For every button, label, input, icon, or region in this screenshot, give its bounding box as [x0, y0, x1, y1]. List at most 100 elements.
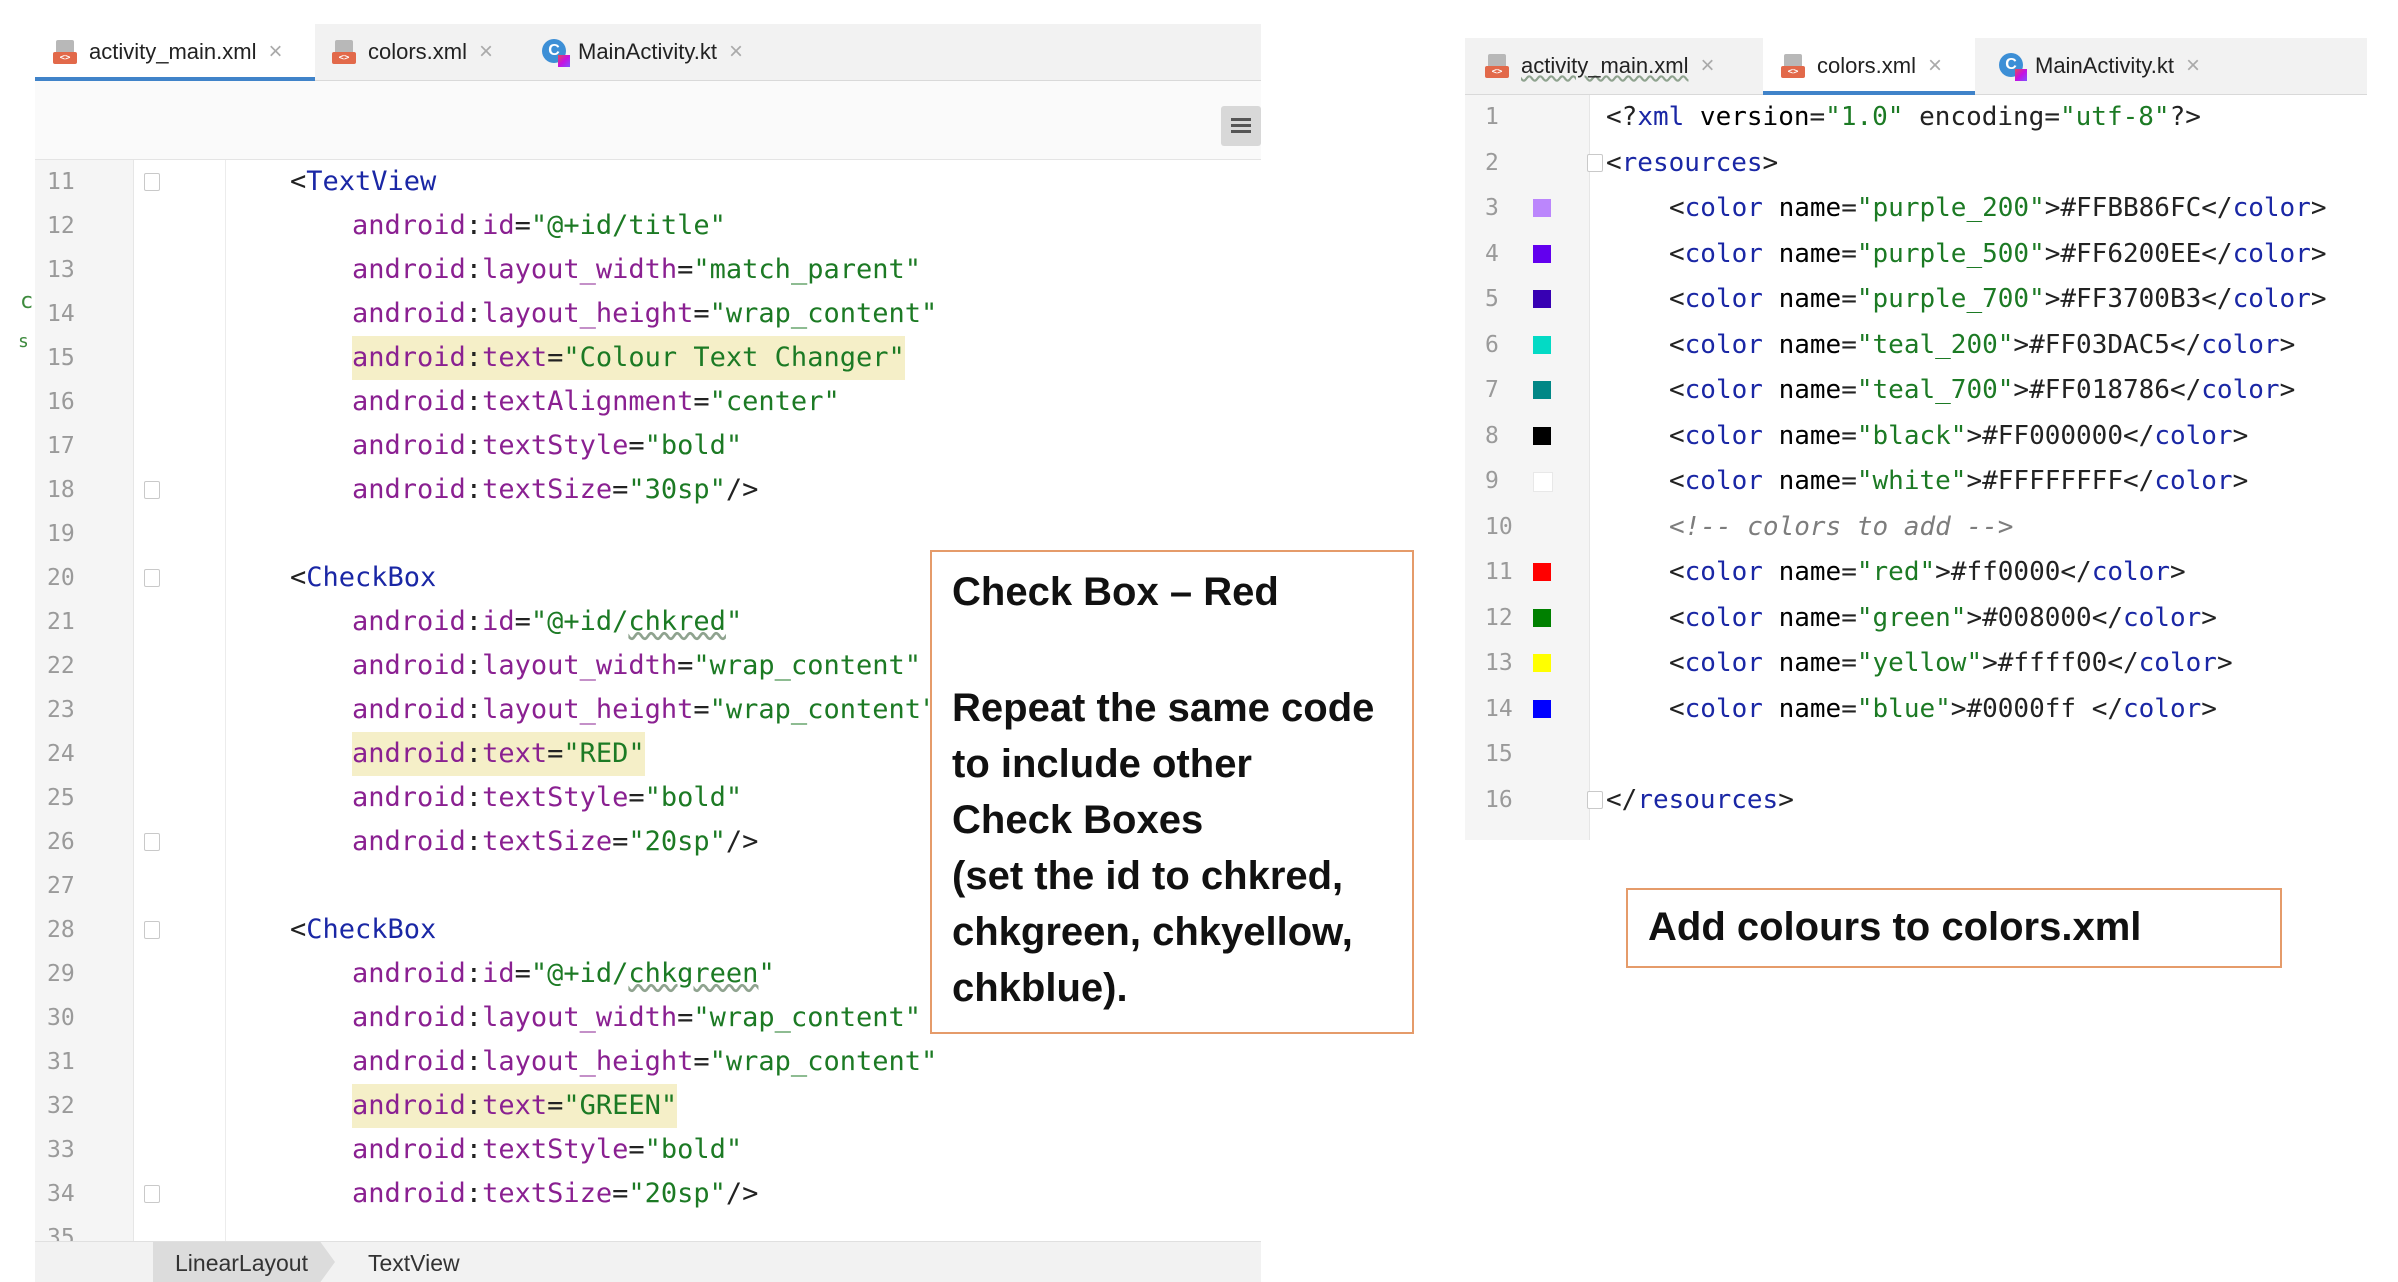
- callout-line: to include other: [952, 742, 1252, 786]
- fold-icon[interactable]: [144, 833, 160, 851]
- callout-line: Repeat the same code: [952, 686, 1375, 730]
- right-tab-bar: <> activity_main.xml × <> colors.xml × C…: [1465, 38, 2367, 95]
- breadcrumb-item-linearlayout[interactable]: LinearLayout: [153, 1242, 335, 1282]
- code-text: android:layout_width="match_parent": [352, 254, 921, 285]
- breadcrumb-item-textview[interactable]: TextView: [368, 1250, 460, 1277]
- code-text: <color name="purple_700">#FF3700B3</colo…: [1669, 284, 2327, 314]
- code-line[interactable]: 16 </resources>: [1465, 778, 2367, 824]
- breadcrumb: LinearLayout TextView: [35, 1241, 1261, 1282]
- fold-icon[interactable]: [144, 1185, 160, 1203]
- color-swatch-icon[interactable]: [1533, 563, 1551, 581]
- code-line[interactable]: 31 android:layout_height="wrap_content": [35, 1040, 1261, 1084]
- code-line[interactable]: 4 <color name="purple_500">#FF6200EE</col…: [1465, 232, 2367, 278]
- code-line[interactable]: 18 android:textSize="30sp"/>: [35, 468, 1261, 512]
- line-number: 10: [1485, 513, 1513, 540]
- color-swatch-icon[interactable]: [1533, 290, 1551, 308]
- code-line[interactable]: 14 android:layout_height="wrap_content": [35, 292, 1261, 336]
- code-text: <CheckBox: [290, 914, 437, 945]
- fold-icon[interactable]: [144, 921, 160, 939]
- kotlin-file-icon: C: [542, 39, 570, 67]
- close-icon[interactable]: ×: [268, 38, 282, 66]
- code-text: <color name="teal_700">#FF018786</color>: [1669, 375, 2296, 405]
- code-line[interactable]: 10 <!-- colors to add -->: [1465, 505, 2367, 551]
- code-line[interactable]: 15: [1465, 732, 2367, 778]
- code-text: android:id="@+id/title": [352, 210, 726, 241]
- code-line[interactable]: 34 android:textSize="20sp"/>: [35, 1172, 1261, 1216]
- color-swatch-icon[interactable]: [1533, 472, 1553, 492]
- line-number: 6: [1485, 331, 1499, 358]
- code-line[interactable]: 12 android:id="@+id/title": [35, 204, 1261, 248]
- code-line[interactable]: 11 <color name="red">#ff0000</color>: [1465, 550, 2367, 596]
- line-number: 30: [47, 1005, 75, 1031]
- tab-activity-main-xml[interactable]: <> activity_main.xml ×: [1465, 38, 1755, 94]
- code-line[interactable]: 13 <color name="yellow">#ffff00</color>: [1465, 641, 2367, 687]
- close-icon[interactable]: ×: [1700, 52, 1714, 80]
- line-number: 21: [47, 609, 75, 635]
- tab-label: activity_main.xml: [1521, 53, 1689, 78]
- line-number: 12: [1485, 604, 1513, 631]
- line-number: 19: [47, 521, 75, 547]
- callout-line: Check Boxes: [952, 798, 1204, 842]
- code-text: <color name="red">#ff0000</color>: [1669, 557, 2186, 587]
- line-number: 22: [47, 653, 75, 679]
- code-text: android:text="RED": [352, 732, 645, 776]
- color-swatch-icon[interactable]: [1533, 381, 1551, 399]
- code-line[interactable]: 16 android:textAlignment="center": [35, 380, 1261, 424]
- color-swatch-icon[interactable]: [1533, 608, 1551, 627]
- tab-activity-main-xml[interactable]: <> activity_main.xml ×: [35, 24, 315, 81]
- line-number: 7: [1485, 377, 1499, 403]
- tab-colors-xml[interactable]: <> colors.xml ×: [1763, 38, 1975, 95]
- code-text: android:textStyle="bold": [352, 1134, 743, 1165]
- code-line[interactable]: 2 <resources>: [1465, 141, 2367, 187]
- code-text: android:text="Colour Text Changer": [352, 336, 905, 380]
- color-swatch-icon[interactable]: [1533, 699, 1551, 718]
- tab-label: MainActivity.kt: [578, 39, 717, 64]
- right-code-area[interactable]: 1 <?xml version="1.0" encoding="utf-8"?> 2…: [1465, 95, 2367, 840]
- code-line[interactable]: 8 <color name="black">#FF000000</color>: [1465, 414, 2367, 460]
- fold-icon[interactable]: [1587, 153, 1603, 172]
- tab-label: MainActivity.kt: [2035, 53, 2174, 78]
- fold-icon[interactable]: [1587, 790, 1603, 809]
- code-line[interactable]: 11 <TextView: [35, 160, 1261, 204]
- tab-label: colors.xml: [368, 39, 468, 64]
- kotlin-file-icon: C: [1999, 53, 2027, 81]
- code-line[interactable]: 12 <color name="green">#008000</color>: [1465, 596, 2367, 642]
- tab-mainactivity-kt[interactable]: C MainActivity.kt ×: [530, 24, 790, 80]
- code-line[interactable]: 32 android:text="GREEN": [35, 1084, 1261, 1128]
- fold-icon[interactable]: [144, 481, 160, 499]
- line-number: 11: [47, 169, 75, 195]
- code-text: android:layout_width="wrap_content": [352, 650, 921, 681]
- tab-colors-xml[interactable]: <> colors.xml ×: [320, 24, 525, 80]
- code-line[interactable]: 3 <color name="purple_200">#FFBB86FC</col…: [1465, 186, 2367, 232]
- code-line[interactable]: 15 android:text="Colour Text Changer": [35, 336, 1261, 380]
- close-icon[interactable]: ×: [2186, 52, 2200, 80]
- close-icon[interactable]: ×: [479, 38, 493, 66]
- code-line[interactable]: 5 <color name="purple_700">#FF3700B3</col…: [1465, 277, 2367, 323]
- line-number: 32: [47, 1093, 75, 1119]
- callout-text: Add colours to colors.xml: [1648, 905, 2142, 949]
- code-line[interactable]: 17 android:textStyle="bold": [35, 424, 1261, 468]
- code-line[interactable]: 13 android:layout_width="match_parent": [35, 248, 1261, 292]
- fold-icon[interactable]: [144, 569, 160, 587]
- callout-line: (set the id to chkred,: [952, 854, 1344, 898]
- color-swatch-icon[interactable]: [1533, 335, 1551, 354]
- code-line[interactable]: 33 android:textStyle="bold": [35, 1128, 1261, 1172]
- menu-icon[interactable]: [1221, 106, 1261, 146]
- code-line[interactable]: 9 <color name="white">#FFFFFFFF</color>: [1465, 459, 2367, 505]
- color-swatch-icon[interactable]: [1533, 654, 1551, 672]
- code-text: android:layout_height="wrap_content": [352, 1046, 938, 1077]
- xml-file-icon: <>: [1485, 54, 1511, 78]
- code-line[interactable]: 6 <color name="teal_200">#FF03DAC5</color…: [1465, 323, 2367, 369]
- close-icon[interactable]: ×: [729, 38, 743, 66]
- color-swatch-icon[interactable]: [1533, 426, 1551, 445]
- tab-mainactivity-kt[interactable]: C MainActivity.kt ×: [1985, 38, 2255, 94]
- close-icon[interactable]: ×: [1928, 52, 1942, 80]
- xml-file-icon: <>: [332, 40, 358, 64]
- code-line[interactable]: 14 <color name="blue">#0000ff </color>: [1465, 687, 2367, 733]
- color-swatch-icon[interactable]: [1533, 244, 1551, 263]
- fold-icon[interactable]: [144, 173, 160, 191]
- color-swatch-icon[interactable]: [1533, 199, 1551, 217]
- code-line[interactable]: 7 <color name="teal_700">#FF018786</color…: [1465, 368, 2367, 414]
- line-number: 18: [47, 477, 75, 503]
- code-line[interactable]: 1 <?xml version="1.0" encoding="utf-8"?>: [1465, 95, 2367, 141]
